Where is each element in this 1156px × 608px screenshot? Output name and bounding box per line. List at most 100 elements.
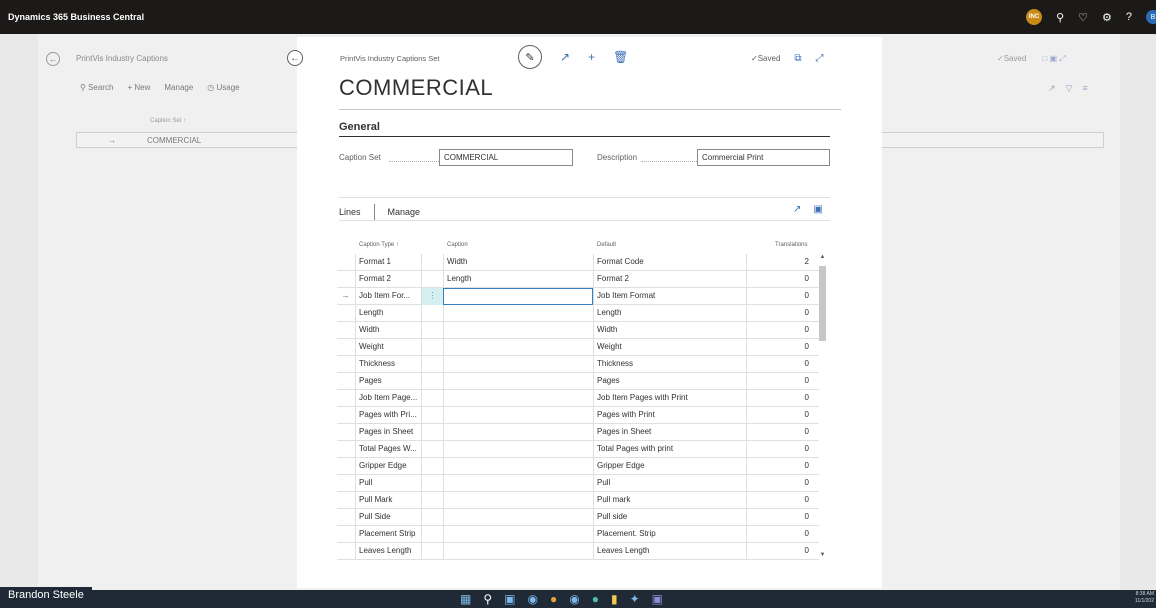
share-icon[interactable]: ↗ xyxy=(1048,83,1056,94)
caption-type-cell[interactable]: Pull Side xyxy=(355,509,421,526)
row-actions-cell[interactable] xyxy=(421,407,443,424)
gear-icon[interactable]: ⚙ xyxy=(1102,11,1112,24)
default-cell[interactable]: Total Pages with print xyxy=(593,441,746,458)
expand-icon[interactable]: ⤢ xyxy=(816,53,824,64)
caption-type-cell[interactable]: Format 1 xyxy=(355,254,421,271)
default-cell[interactable]: Format 2 xyxy=(593,271,746,288)
caption-cell[interactable] xyxy=(443,526,593,543)
column-header-translations[interactable]: Translations xyxy=(775,242,807,248)
caption-cell[interactable] xyxy=(443,322,593,339)
caption-type-cell[interactable]: Weight xyxy=(355,339,421,356)
default-cell[interactable]: Pages xyxy=(593,373,746,390)
row-actions-cell[interactable] xyxy=(421,305,443,322)
table-row[interactable]: Job Item Page... Job Item Pages with Prin… xyxy=(337,390,819,407)
caption-type-cell[interactable]: Pull xyxy=(355,475,421,492)
table-row[interactable]: Leaves Length Leaves Length 0 xyxy=(337,543,819,560)
scroll-thumb[interactable] xyxy=(819,266,826,341)
background-usage-button[interactable]: ◷ Usage xyxy=(207,83,239,92)
caption-type-cell[interactable]: Job Item For... xyxy=(355,288,421,305)
list-view-icon[interactable]: ≡ xyxy=(1082,83,1087,94)
translations-cell[interactable]: 0 xyxy=(746,407,813,424)
caption-cell[interactable] xyxy=(443,339,593,356)
translations-cell[interactable]: 0 xyxy=(746,339,813,356)
company-badge[interactable]: INC xyxy=(1026,9,1043,25)
row-actions-cell[interactable] xyxy=(421,526,443,543)
search-icon[interactable]: ⚲ xyxy=(1056,11,1064,24)
translations-cell[interactable]: 2 xyxy=(746,254,813,271)
translations-cell[interactable]: 0 xyxy=(746,390,813,407)
table-row[interactable]: Length Length 0 xyxy=(337,305,819,322)
table-row[interactable]: Width Width 0 xyxy=(337,322,819,339)
row-actions-cell[interactable] xyxy=(421,356,443,373)
caption-type-cell[interactable]: Gripper Edge xyxy=(355,458,421,475)
description-field[interactable]: Commercial Print xyxy=(697,149,830,166)
default-cell[interactable]: Leaves Length xyxy=(593,543,746,560)
caption-cell[interactable] xyxy=(443,543,593,560)
caption-type-cell[interactable]: Pull Mark xyxy=(355,492,421,509)
table-row[interactable]: Format 1 Width Format Code 2 xyxy=(337,254,819,271)
caption-cell[interactable] xyxy=(443,492,593,509)
caption-cell[interactable] xyxy=(443,373,593,390)
table-row[interactable]: Weight Weight 0 xyxy=(337,339,819,356)
table-row[interactable]: Pages with Pri... Pages with Print 0 xyxy=(337,407,819,424)
translations-cell[interactable]: 0 xyxy=(746,305,813,322)
row-actions-cell[interactable] xyxy=(421,271,443,288)
row-actions-cell[interactable] xyxy=(421,322,443,339)
column-header-caption-type[interactable]: Caption Type ↑ xyxy=(359,242,399,248)
open-new-window-icon[interactable]: ⧉ xyxy=(794,53,801,64)
edit-pencil-icon[interactable]: ✎ xyxy=(518,45,542,69)
bell-icon[interactable]: ♡ xyxy=(1078,11,1088,24)
caption-set-field[interactable]: COMMERCIAL xyxy=(439,149,573,166)
avatar[interactable]: B xyxy=(1146,10,1156,24)
scroll-up-icon[interactable]: ▲ xyxy=(818,254,827,260)
translations-cell[interactable]: 0 xyxy=(746,458,813,475)
default-cell[interactable]: Placement. Strip xyxy=(593,526,746,543)
background-breadcrumb[interactable]: PrintVis Industry Captions xyxy=(76,54,168,63)
default-cell[interactable]: Pull xyxy=(593,475,746,492)
translations-cell[interactable]: 0 xyxy=(746,288,813,305)
translations-cell[interactable]: 0 xyxy=(746,424,813,441)
translations-cell[interactable]: 0 xyxy=(746,322,813,339)
caption-cell[interactable]: Width xyxy=(443,254,593,271)
table-row[interactable]: Gripper Edge Gripper Edge 0 xyxy=(337,458,819,475)
default-cell[interactable]: Thickness xyxy=(593,356,746,373)
back-arrow-icon[interactable]: ← xyxy=(287,50,303,66)
caption-cell[interactable] xyxy=(443,424,593,441)
caption-type-cell[interactable]: Pages with Pri... xyxy=(355,407,421,424)
caption-cell[interactable] xyxy=(443,305,593,322)
table-row[interactable]: → Job Item For... ⋮ Job Item Format 0 xyxy=(337,288,819,305)
caption-type-cell[interactable]: Pages xyxy=(355,373,421,390)
row-actions-cell[interactable] xyxy=(421,373,443,390)
caption-type-cell[interactable]: Pages in Sheet xyxy=(355,424,421,441)
lines-scrollbar[interactable]: ▲ ▼ xyxy=(818,254,827,562)
caption-cell[interactable] xyxy=(443,475,593,492)
task-view-icon[interactable]: ▣ xyxy=(504,592,515,606)
store-icon[interactable]: ◉ xyxy=(569,592,579,606)
default-cell[interactable]: Pages with Print xyxy=(593,407,746,424)
default-cell[interactable]: Pages in Sheet xyxy=(593,424,746,441)
default-cell[interactable]: Length xyxy=(593,305,746,322)
translations-cell[interactable]: 0 xyxy=(746,441,813,458)
browser-icon[interactable]: ● xyxy=(550,592,557,606)
caption-type-cell[interactable]: Total Pages W... xyxy=(355,441,421,458)
windows-start-icon[interactable]: ▦ xyxy=(460,592,471,606)
row-actions-cell[interactable] xyxy=(421,441,443,458)
share-icon[interactable]: ↗ xyxy=(793,204,801,215)
chat-icon[interactable]: ◉ xyxy=(527,592,537,606)
caption-cell[interactable] xyxy=(443,509,593,526)
table-row[interactable]: Pull Side Pull side 0 xyxy=(337,509,819,526)
tab-lines[interactable]: Lines xyxy=(339,207,361,217)
caption-cell[interactable] xyxy=(443,441,593,458)
table-row[interactable]: Placement Strip Placement. Strip 0 xyxy=(337,526,819,543)
caption-type-cell[interactable]: Format 2 xyxy=(355,271,421,288)
caption-cell[interactable] xyxy=(443,407,593,424)
translations-cell[interactable]: 0 xyxy=(746,492,813,509)
row-actions-cell[interactable] xyxy=(421,509,443,526)
table-row[interactable]: Pull Pull 0 xyxy=(337,475,819,492)
teams-icon[interactable]: ▣ xyxy=(652,592,663,606)
default-cell[interactable]: Gripper Edge xyxy=(593,458,746,475)
default-cell[interactable]: Job Item Pages with Print xyxy=(593,390,746,407)
delete-icon[interactable]: 🗑 xyxy=(613,50,628,64)
translations-cell[interactable]: 0 xyxy=(746,543,813,560)
column-header-default[interactable]: Default xyxy=(597,242,616,248)
